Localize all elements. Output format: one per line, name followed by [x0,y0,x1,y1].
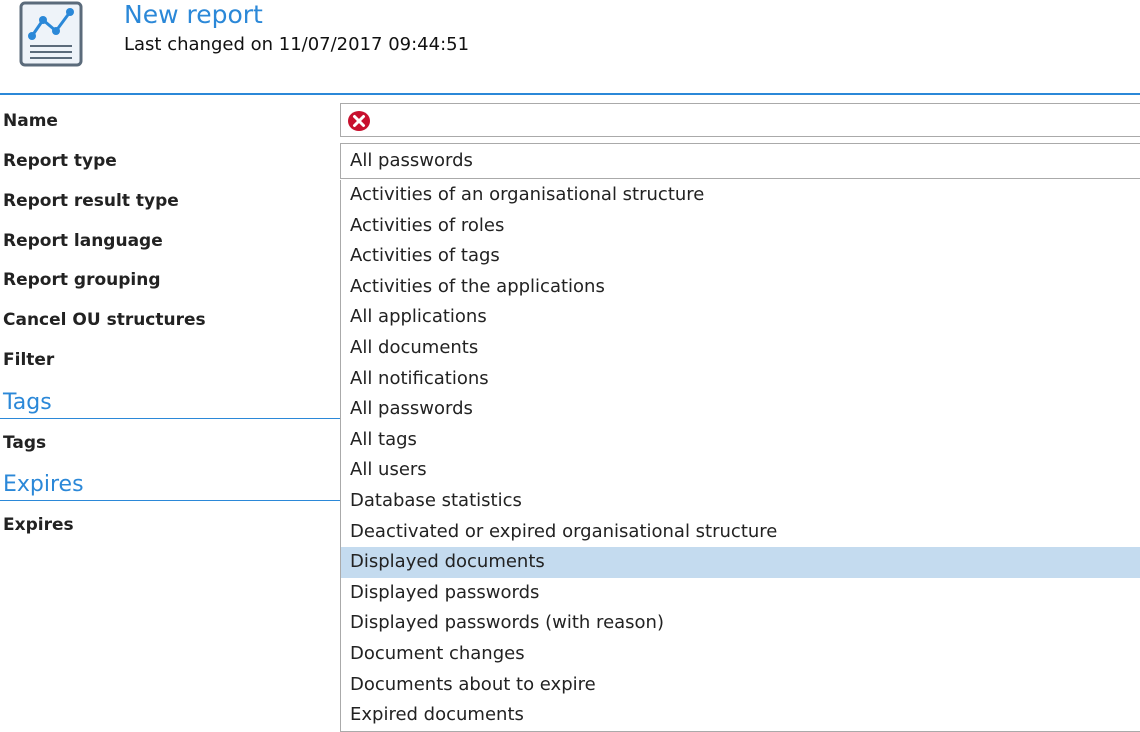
dropdown-option[interactable]: Expired documents [341,700,1140,731]
dropdown-option[interactable]: Activities of tags [341,241,1140,272]
dropdown-option[interactable]: Document changes [341,639,1140,670]
expires-section-title: Expires [3,472,84,497]
dropdown-option[interactable]: All documents [341,333,1140,364]
tags-section-title: Tags [3,390,52,415]
header-divider [0,93,1140,95]
last-changed-text: Last changed on 11/07/2017 09:44:51 [124,34,470,55]
dropdown-option[interactable]: All tags [341,425,1140,456]
dropdown-option[interactable]: All notifications [341,364,1140,395]
dropdown-option[interactable]: Activities of an organisational structur… [341,180,1140,211]
dropdown-option[interactable]: Activities of roles [341,211,1140,242]
dropdown-option[interactable]: Database statistics [341,486,1140,517]
report-chart-icon [19,1,83,67]
expires-label: Expires [3,515,74,535]
report-type-label: Report type [3,151,117,171]
error-icon [348,111,370,131]
report-result-type-label: Report result type [3,191,179,211]
report-type-dropdown-list[interactable]: Activities of an organisational structur… [340,180,1140,732]
dropdown-option-hovered[interactable]: Displayed documents [341,547,1140,578]
report-grouping-label: Report grouping [3,270,161,290]
tags-label: Tags [3,433,47,453]
report-type-select[interactable]: All passwords [340,143,1140,179]
dropdown-option[interactable]: Deactivated or expired organisational st… [341,517,1140,548]
filter-label: Filter [3,350,55,370]
dropdown-option[interactable]: Documents about to expire [341,670,1140,701]
dropdown-option[interactable]: Displayed passwords (with reason) [341,608,1140,639]
name-label: Name [3,111,58,131]
cancel-ou-structures-label: Cancel OU structures [3,310,206,330]
expires-section-divider [0,500,340,501]
name-input[interactable] [340,103,1140,137]
report-header: New report Last changed on 11/07/2017 09… [18,0,1118,74]
dropdown-option[interactable]: All users [341,455,1140,486]
page-title: New report [124,0,263,29]
dropdown-option[interactable]: All applications [341,302,1140,333]
dropdown-option[interactable]: Activities of the applications [341,272,1140,303]
report-language-label: Report language [3,231,163,251]
dropdown-option[interactable]: Displayed passwords [341,578,1140,609]
dropdown-option[interactable]: All passwords [341,394,1140,425]
tags-section-divider [0,418,340,419]
